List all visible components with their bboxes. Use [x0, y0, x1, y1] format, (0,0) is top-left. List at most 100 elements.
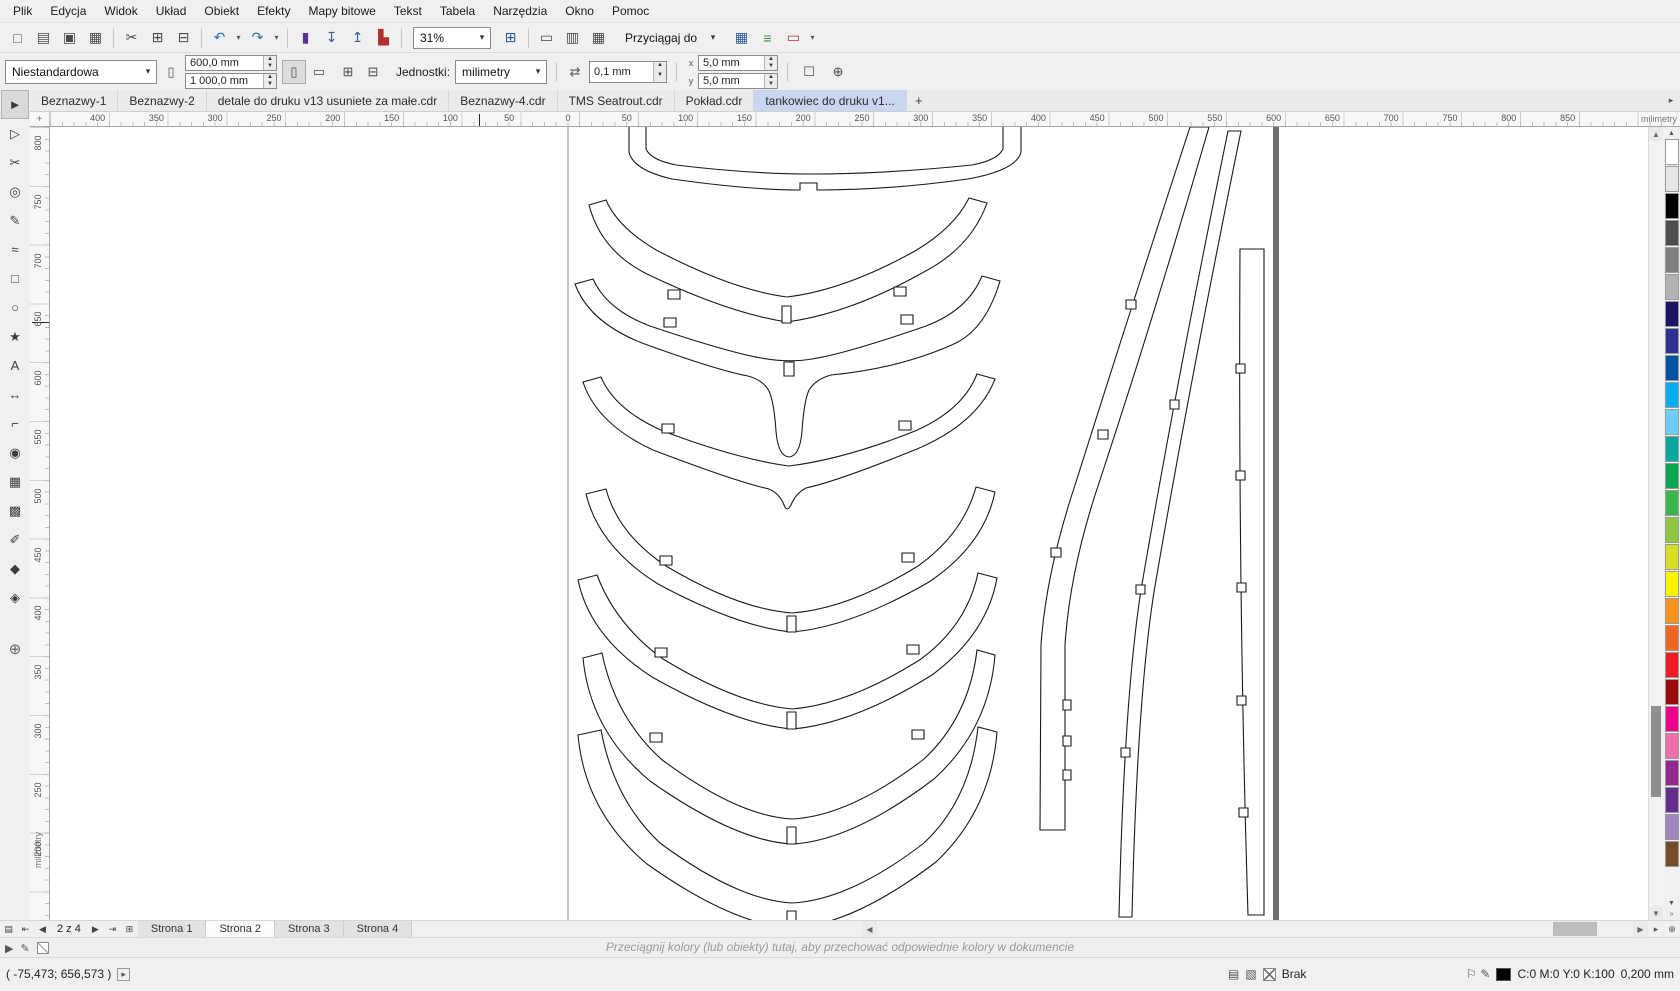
page-tab[interactable]: Strona 1 [138, 921, 207, 937]
coordinates-flyout-button[interactable]: ▸ [117, 968, 130, 981]
polygon-tool[interactable]: ★ [1, 322, 29, 351]
application-launcher-icon[interactable]: ▮ [293, 26, 318, 50]
snap-to-dropdown[interactable]: Przyciągaj do ▾ [618, 27, 722, 49]
flag-icon[interactable]: ⚐ [1466, 967, 1477, 981]
page-height-field[interactable]: 1 000,0 mm ▲▼ [185, 73, 277, 89]
strip-slit[interactable] [1126, 300, 1136, 309]
pen-icon[interactable]: ✎ [20, 942, 29, 955]
last-page-button[interactable]: ⇥ [104, 921, 121, 937]
color-swatch[interactable] [1665, 625, 1679, 651]
menu-mapy-bitowe[interactable]: Mapy bitowe [299, 1, 384, 21]
strip-slit[interactable] [1136, 585, 1145, 594]
redo-caret-icon[interactable]: ▾ [271, 26, 282, 50]
strip-notch[interactable] [1237, 583, 1246, 592]
copy-icon[interactable]: ⊞ [145, 26, 170, 50]
document-tab[interactable]: Pokład.cdr [675, 90, 755, 111]
horizontal-scroll-track[interactable] [877, 921, 1633, 937]
treat-as-filled-button[interactable]: ☐ [797, 60, 821, 84]
vertical-scrollbar[interactable]: ▲ ▼ [1648, 127, 1663, 920]
strip-tab[interactable] [1063, 736, 1071, 746]
more-tools-button[interactable]: ⊕ [1, 634, 29, 663]
page-right-shadow[interactable] [1273, 127, 1279, 920]
frame-1-inner[interactable] [646, 127, 1003, 174]
color-swatch[interactable] [1665, 598, 1679, 624]
current-page-button[interactable]: ⊟ [361, 60, 385, 84]
frame-7-slot[interactable] [787, 827, 796, 844]
first-page-button[interactable]: ⇤ [17, 921, 34, 937]
strip-notch[interactable] [1236, 471, 1245, 480]
document-tab[interactable]: Beznazwy-2 [118, 90, 206, 111]
scroll-right-button[interactable]: ▶ [1633, 921, 1648, 937]
open-icon[interactable]: ▤ [31, 26, 56, 50]
toolbar-options-caret-icon[interactable]: ▾ [807, 26, 818, 50]
ruler-origin-button[interactable]: + [30, 112, 50, 126]
strip-tab[interactable] [1063, 770, 1071, 780]
color-swatch[interactable] [1665, 220, 1679, 246]
menu-tekst[interactable]: Tekst [385, 1, 431, 21]
spinner-buttons[interactable]: ▲▼ [764, 56, 777, 70]
strip-slit[interactable] [1098, 430, 1108, 439]
welcome-screen-icon[interactable]: ⊞ [498, 26, 523, 50]
freehand-tool[interactable]: ✎ [1, 206, 29, 235]
frame-2-slot[interactable] [782, 306, 791, 323]
full-screen-preview-icon[interactable]: ▭ [534, 26, 559, 50]
frame-8-slot[interactable] [787, 911, 796, 920]
scroll-up-button[interactable]: ▲ [1649, 127, 1663, 141]
spinner-buttons[interactable]: ▲▼ [653, 62, 666, 82]
units-combo[interactable]: milimetry ▾ [455, 60, 547, 84]
duplicate-x-field[interactable]: 5,0 mm ▲▼ [698, 55, 778, 71]
color-swatch[interactable] [1665, 841, 1679, 867]
text-tool[interactable]: A [1, 351, 29, 380]
frame-7-notch[interactable] [912, 730, 924, 739]
add-control-button[interactable]: ⊕ [826, 60, 850, 84]
tab-scroll-right-button[interactable]: ▸ [1662, 90, 1680, 111]
outline-color-swatch[interactable] [1496, 968, 1511, 981]
eyedropper-tool[interactable]: ✐ [1, 525, 29, 554]
page-tab[interactable]: Strona 2 [206, 921, 275, 937]
undo-icon[interactable]: ↶ [207, 26, 232, 50]
menu-układ[interactable]: Układ [147, 1, 196, 21]
frame-2[interactable] [589, 198, 987, 322]
undo-caret-icon[interactable]: ▾ [233, 26, 244, 50]
menu-tabela[interactable]: Tabela [431, 1, 484, 21]
shadow-tool[interactable]: ▩ [1, 496, 29, 525]
page-options-icon[interactable]: ▤ [0, 921, 17, 937]
fill-tool[interactable]: ◈ [1, 583, 29, 612]
frame-2-notch[interactable] [668, 290, 680, 299]
color-swatch[interactable] [1665, 166, 1679, 192]
rectangle-tool[interactable]: □ [1, 264, 29, 293]
spinner-buttons[interactable]: ▲▼ [263, 74, 276, 88]
palette-scroll-up-button[interactable]: ▲ [1665, 128, 1678, 139]
portrait-button[interactable]: ▯ [282, 60, 306, 84]
color-swatch[interactable] [1665, 517, 1679, 543]
paste-icon[interactable]: ⊟ [171, 26, 196, 50]
horizontal-ruler-scale[interactable]: milimetry 400350300250200150100500501001… [50, 112, 1680, 126]
frame-2-notch[interactable] [894, 287, 906, 296]
spinner-buttons[interactable]: ▲▼ [263, 56, 276, 70]
strip-long-curved[interactable] [1040, 127, 1209, 830]
play-macro-icon[interactable]: ▶ [5, 942, 13, 955]
new-tab-button[interactable]: + [907, 90, 931, 111]
menu-efekty[interactable]: Efekty [248, 1, 299, 21]
strip-notch[interactable] [1237, 696, 1246, 705]
transparency-tool[interactable]: ▦ [1, 467, 29, 496]
add-page-button[interactable]: ⊞ [121, 921, 138, 937]
duplicate-y-field[interactable]: 5,0 mm ▲▼ [698, 73, 778, 89]
color-swatch[interactable] [1665, 571, 1679, 597]
color-swatch[interactable] [1665, 274, 1679, 300]
show-rulers-icon[interactable]: ▥ [560, 26, 585, 50]
document-tab[interactable]: TMS Seatrout.cdr [558, 90, 675, 111]
menu-obiekt[interactable]: Obiekt [195, 1, 248, 21]
color-swatch[interactable] [1665, 301, 1679, 327]
frame-3-slot[interactable] [784, 362, 794, 376]
connector-tool[interactable]: ⌐ [1, 409, 29, 438]
menu-narzędzia[interactable]: Narzędzia [484, 1, 556, 21]
landscape-button[interactable]: ▭ [307, 60, 331, 84]
print-icon[interactable]: ▦ [83, 26, 108, 50]
color-swatch[interactable] [1665, 706, 1679, 732]
document-info-icon[interactable]: ▤ [1228, 967, 1239, 981]
vertical-scroll-thumb[interactable] [1651, 706, 1661, 797]
document-tab[interactable]: detale do druku v13 usuniete za małe.cdr [207, 90, 449, 111]
zoom-tool[interactable]: ◎ [1, 177, 29, 206]
strip-curved-2[interactable] [1119, 131, 1241, 917]
